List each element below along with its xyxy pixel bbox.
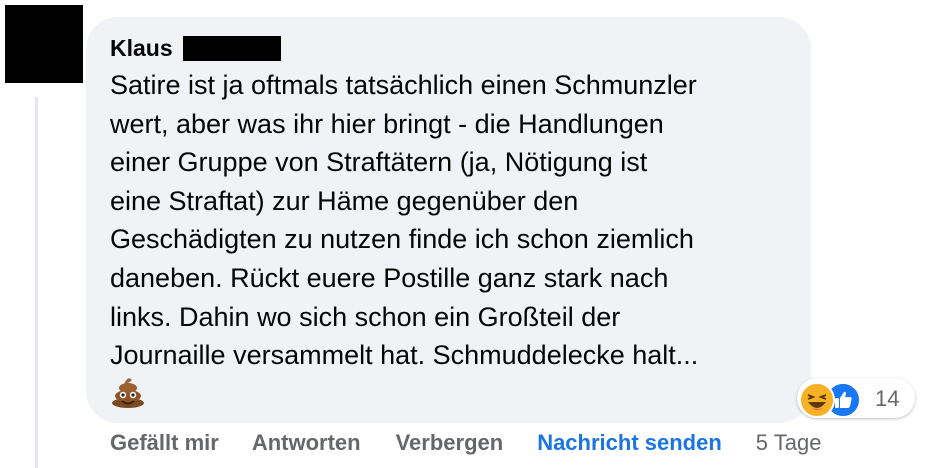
timestamp[interactable]: 5 Tage — [756, 430, 822, 456]
send-message-button[interactable]: Nachricht senden — [537, 430, 722, 456]
like-button[interactable]: Gefällt mir — [110, 430, 219, 456]
reaction-summary[interactable]: 14 — [797, 378, 915, 418]
author-name[interactable]: Klaus — [110, 35, 173, 62]
redacted-surname — [182, 35, 281, 61]
poop-emoji-icon — [112, 378, 144, 408]
comment-actions: Gefällt mir Antworten Verbergen Nachrich… — [110, 428, 821, 458]
comment-text: Satire ist ja oftmals tatsächlich einen … — [110, 70, 699, 371]
haha-reaction-icon — [799, 382, 835, 418]
author-row: Klaus — [110, 33, 281, 63]
avatar[interactable] — [5, 5, 83, 83]
hide-button[interactable]: Verbergen — [396, 430, 504, 456]
reply-button[interactable]: Antworten — [252, 430, 361, 456]
thread-line — [35, 97, 38, 468]
reaction-count: 14 — [875, 386, 900, 411]
